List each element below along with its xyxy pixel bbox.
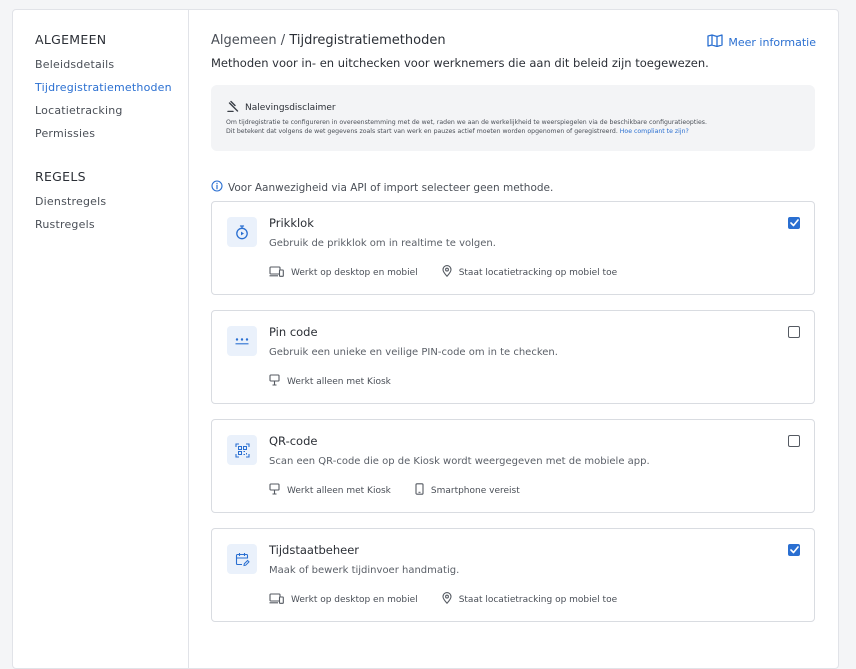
smartphone-icon — [415, 483, 424, 498]
breadcrumb-current: Tijdregistratiemethoden — [289, 33, 446, 48]
method-title: Tijdstaatbeheer — [269, 543, 360, 557]
method-features: Werkt op desktop en mobiel Staat locatie… — [269, 592, 617, 607]
feature-desktop-mobile: Werkt op desktop en mobiel — [269, 592, 418, 607]
location-pin-icon — [442, 592, 452, 607]
feature-location: Staat locatietracking op mobiel toe — [442, 265, 617, 280]
sidebar-item-permissies[interactable]: Permissies — [35, 127, 95, 140]
method-title: Pin code — [269, 325, 318, 339]
kiosk-icon — [269, 374, 280, 389]
method-title: Prikklok — [269, 216, 314, 230]
method-card-prikklok[interactable]: Prikklok Gebruik de prikklok om in realt… — [211, 201, 815, 295]
disclaimer-text: Om tijdregistratie te configureren in ov… — [226, 118, 806, 136]
feature-label: Werkt alleen met Kiosk — [287, 376, 391, 387]
sidebar-heading-algemeen: ALGEMEEN — [35, 32, 107, 47]
page-subtitle: Methoden voor in- en uitchecken voor wer… — [211, 56, 709, 70]
method-card-qr-code[interactable]: QR-code Scan een QR-code die op de Kiosk… — [211, 419, 815, 513]
stopwatch-icon — [227, 217, 257, 247]
info-note: Voor Aanwezigheid via API of import sele… — [211, 180, 553, 195]
method-features: Werkt op desktop en mobiel Staat locatie… — [269, 265, 617, 280]
breadcrumb-parent[interactable]: Algemeen — [211, 33, 277, 48]
feature-label: Werkt alleen met Kiosk — [287, 485, 391, 496]
compliance-help-link[interactable]: Hoe compliant te zijn? — [620, 128, 689, 135]
feature-kiosk: Werkt alleen met Kiosk — [269, 374, 391, 389]
method-description: Maak of bewerk tijdinvoer handmatig. — [269, 565, 460, 576]
kiosk-icon — [269, 483, 280, 498]
disclaimer-line-2: Dit betekent dat volgens de wet gegevens… — [226, 128, 618, 135]
method-description: Gebruik een unieke en veilige PIN-code o… — [269, 347, 558, 358]
feature-label: Smartphone vereist — [430, 485, 520, 496]
devices-icon — [269, 265, 284, 280]
disclaimer-line-1: Om tijdregistratie te configureren in ov… — [226, 119, 707, 126]
checkmark-icon — [789, 219, 799, 227]
sidebar: ALGEMEEN Beleidsdetails Tijdregistratiem… — [13, 10, 189, 668]
sidebar-item-tijdregistratiemethoden[interactable]: Tijdregistratiemethoden — [35, 81, 172, 94]
feature-label: Staat locatietracking op mobiel toe — [458, 594, 618, 605]
method-checkbox[interactable] — [788, 326, 800, 338]
more-info-link[interactable]: Meer informatie — [707, 34, 816, 50]
sidebar-heading-regels: REGELS — [35, 169, 86, 184]
method-card-tijdstaatbeheer[interactable]: Tijdstaatbeheer Maak of bewerk tijdinvoe… — [211, 528, 815, 622]
feature-kiosk: Werkt alleen met Kiosk — [269, 483, 391, 498]
method-description: Gebruik de prikklok om in realtime te vo… — [269, 238, 496, 249]
feature-location: Staat locatietracking op mobiel toe — [442, 592, 617, 607]
method-card-pin-code[interactable]: Pin code Gebruik een unieke en veilige P… — [211, 310, 815, 404]
checkmark-icon — [789, 546, 799, 554]
feature-desktop-mobile: Werkt op desktop en mobiel — [269, 265, 418, 280]
feature-label: Staat locatietracking op mobiel toe — [458, 267, 618, 278]
sidebar-item-dienstregels[interactable]: Dienstregels — [35, 195, 106, 208]
pin-dots-icon — [227, 326, 257, 356]
method-features: Werkt alleen met Kiosk Smartphone vereis… — [269, 483, 520, 498]
app-frame: ALGEMEEN Beleidsdetails Tijdregistratiem… — [12, 9, 839, 669]
disclaimer-title: Nalevingsdisclaimer — [227, 100, 336, 115]
info-note-text: Voor Aanwezigheid via API of import sele… — [228, 181, 554, 194]
feature-smartphone: Smartphone vereist — [415, 483, 520, 498]
disclaimer-title-label: Nalevingsdisclaimer — [245, 102, 336, 113]
book-map-icon — [707, 34, 724, 50]
compliance-disclaimer: Nalevingsdisclaimer Om tijdregistratie t… — [211, 85, 815, 151]
more-info-label: Meer informatie — [728, 35, 816, 49]
devices-icon — [269, 592, 284, 607]
method-checkbox[interactable] — [788, 435, 800, 447]
method-features: Werkt alleen met Kiosk — [269, 374, 391, 389]
info-icon — [211, 180, 223, 195]
method-checkbox[interactable] — [788, 217, 800, 229]
feature-label: Werkt op desktop en mobiel — [291, 267, 418, 278]
method-title: QR-code — [269, 434, 318, 448]
breadcrumb-separator: / — [276, 33, 290, 48]
sidebar-item-locatietracking[interactable]: Locatietracking — [35, 104, 123, 117]
sidebar-item-rustregels[interactable]: Rustregels — [35, 218, 95, 231]
feature-label: Werkt op desktop en mobiel — [291, 594, 418, 605]
method-checkbox[interactable] — [788, 544, 800, 556]
gavel-icon — [227, 100, 239, 115]
sidebar-item-beleidsdetails[interactable]: Beleidsdetails — [35, 58, 114, 71]
breadcrumb: Algemeen / Tijdregistratiemethoden — [211, 33, 446, 48]
calendar-edit-icon — [227, 544, 257, 574]
location-pin-icon — [442, 265, 452, 280]
qr-code-icon — [227, 435, 257, 465]
method-description: Scan een QR-code die op de Kiosk wordt w… — [269, 456, 650, 467]
